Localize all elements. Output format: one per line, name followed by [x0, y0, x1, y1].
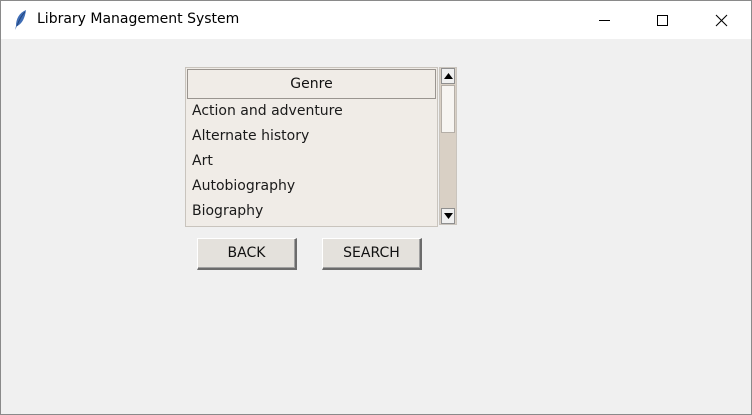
close-button[interactable] — [691, 1, 749, 39]
minimize-icon — [599, 20, 610, 21]
main-content: Genre Action and adventure Alternate his… — [1, 39, 751, 414]
arrow-up-icon — [444, 73, 453, 79]
genre-column-header[interactable]: Genre — [187, 69, 436, 99]
vertical-scrollbar[interactable] — [439, 67, 457, 225]
close-icon — [715, 14, 728, 27]
genre-list[interactable]: Genre Action and adventure Alternate his… — [185, 67, 438, 227]
list-item[interactable]: Alternate history — [192, 124, 432, 149]
title-bar[interactable]: Library Management System — [1, 1, 751, 39]
search-button[interactable]: SEARCH — [322, 238, 422, 270]
maximize-button[interactable] — [633, 1, 691, 39]
scroll-up-button[interactable] — [441, 68, 455, 84]
genre-rows: Action and adventure Alternate history A… — [192, 99, 432, 224]
list-item[interactable]: Autobiography — [192, 174, 432, 199]
minimize-button[interactable] — [575, 1, 633, 39]
list-item[interactable]: Biography — [192, 199, 432, 224]
list-item[interactable]: Action and adventure — [192, 99, 432, 124]
app-window: Library Management System Genre Action a… — [0, 0, 752, 415]
arrow-down-icon — [444, 213, 453, 219]
scroll-thumb[interactable] — [441, 85, 455, 133]
maximize-icon — [657, 15, 668, 26]
scroll-down-button[interactable] — [441, 208, 455, 224]
window-title: Library Management System — [37, 11, 240, 27]
feather-icon — [13, 9, 29, 31]
back-button[interactable]: BACK — [197, 238, 297, 270]
list-item[interactable]: Art — [192, 149, 432, 174]
